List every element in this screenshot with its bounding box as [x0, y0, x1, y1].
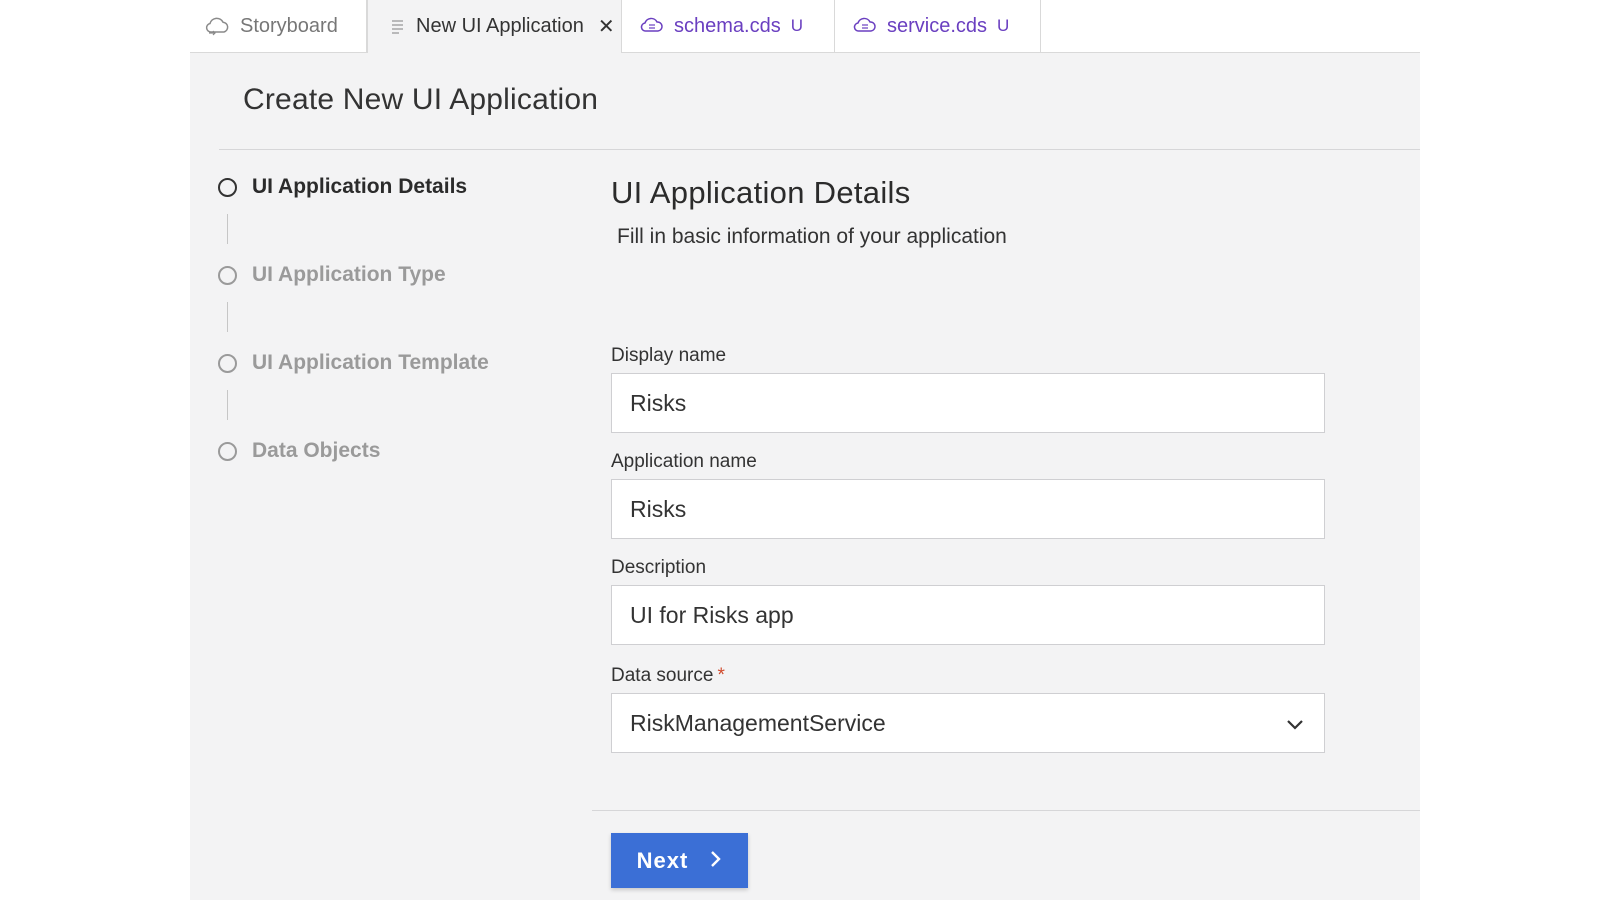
step-label: UI Application Template [252, 351, 489, 374]
chevron-right-icon [710, 848, 722, 874]
cloud-icon [204, 16, 230, 36]
step-label: Data Objects [252, 439, 381, 462]
step-connector [227, 214, 228, 244]
page-title: Create New UI Application [243, 83, 599, 116]
tab-label: New UI Application [416, 15, 584, 37]
section-title: UI Application Details [611, 175, 911, 210]
data-source-select[interactable]: RiskManagementService [611, 693, 1325, 753]
application-name-group: Application name [611, 451, 1325, 539]
step-indicator-icon [218, 354, 237, 373]
next-button[interactable]: Next [611, 833, 748, 888]
step-connector [227, 302, 228, 332]
tab-label: schema.cds [674, 14, 781, 37]
step-connector [227, 390, 228, 420]
untracked-badge: U [790, 16, 803, 35]
next-button-label: Next [636, 847, 689, 873]
step-indicator-icon [218, 178, 237, 197]
document-lines-icon [390, 18, 406, 36]
data-source-label: Data source [611, 665, 714, 686]
cds-cloud-icon [853, 16, 877, 36]
close-icon[interactable]: ✕ [598, 17, 615, 37]
title-divider [219, 149, 1420, 150]
data-source-group: Data source * RiskManagementService [611, 665, 1325, 753]
step-label: UI Application Details [252, 175, 468, 198]
description-group: Description [611, 557, 1325, 645]
wizard-panel: Create New UI Application UI Application… [190, 53, 1420, 900]
data-source-label-row: Data source * [611, 665, 1325, 687]
step-indicator-icon [218, 442, 237, 461]
tab-storyboard[interactable]: Storyboard [190, 0, 367, 52]
description-label: Description [611, 557, 707, 578]
step-label: UI Application Type [252, 263, 446, 286]
display-name-group: Display name [611, 345, 1325, 433]
tab-label: service.cds [887, 14, 988, 37]
application-name-label: Application name [611, 451, 757, 472]
section-subtitle: Fill in basic information of your applic… [617, 225, 1007, 248]
chevron-down-icon[interactable] [1286, 710, 1304, 737]
description-field[interactable] [611, 585, 1325, 645]
step-indicator-icon [218, 266, 237, 285]
editor-tab-bar: Storyboard New UI Application ✕ schema.c… [190, 0, 1420, 53]
display-name-label: Display name [611, 345, 727, 366]
application-name-field[interactable] [611, 479, 1325, 539]
untracked-badge: U [997, 16, 1010, 35]
required-marker: * [717, 665, 725, 686]
display-name-field[interactable] [611, 373, 1325, 433]
footer-divider [592, 810, 1420, 811]
data-source-value: RiskManagementService [630, 709, 886, 736]
tab-new-ui-application[interactable]: New UI Application ✕ [367, 0, 622, 53]
tab-label: Storyboard [240, 14, 338, 37]
tab-service-cds[interactable]: service.cds U [835, 0, 1041, 52]
details-form: UI Application Details Fill in basic inf… [611, 175, 1325, 753]
cds-cloud-icon [640, 16, 664, 36]
tab-schema-cds[interactable]: schema.cds U [622, 0, 835, 52]
